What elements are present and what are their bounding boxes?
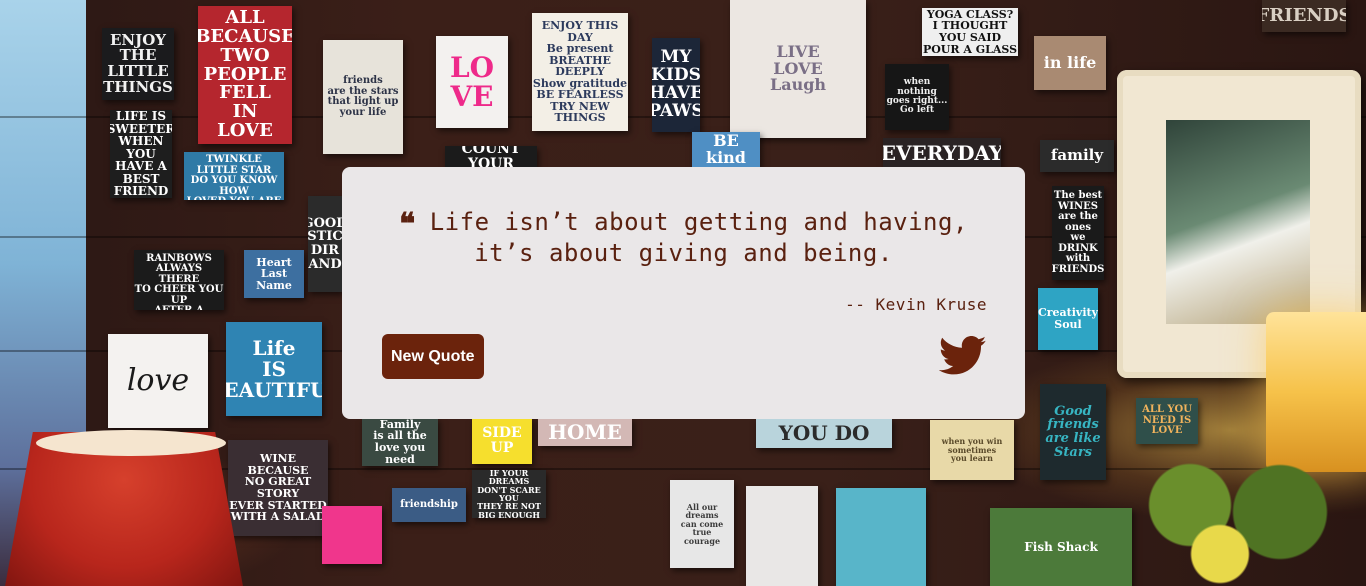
sign-friends-top: FRIENDS: [1262, 0, 1346, 32]
quote-text-block: ❝ Life isn’t about getting and having, it…: [382, 207, 985, 269]
quote-author: -- Kevin Kruse: [845, 295, 987, 314]
quote-card: ❝ Life isn’t about getting and having, it…: [342, 167, 1025, 419]
sign-good-stick: GOOD STIC DIR AND: [308, 196, 342, 292]
sign-friends-stars: friends are the stars that light up your…: [323, 40, 403, 154]
sign-good-friends-stars: Good friends are like Stars: [1040, 384, 1106, 480]
sign-win-learn: when you win sometimes you learn: [930, 420, 1014, 480]
quote-left-icon: ❝: [399, 207, 416, 242]
sign-heart-name: Heart Last Name: [244, 250, 304, 298]
plant: [1140, 456, 1340, 586]
sign-enjoy-little-things: ENJOY THE LITTLE THINGS: [102, 28, 174, 100]
sign-rainbows: FRIENDS ARE LIKE RAINBOWS ALWAYS THERE T…: [134, 250, 224, 310]
sign-you-do: YOU DO: [756, 418, 892, 448]
sign-my-kids-paws: MY KIDS HAVE PAWS: [652, 38, 700, 132]
sign-love-script: love: [108, 334, 208, 428]
sign-live-love-laugh: LIVE LOVE Laugh: [730, 0, 866, 138]
sign-tower: [836, 488, 926, 586]
sign-creativity: Creativity Soul: [1038, 288, 1098, 350]
sign-best-wines: The best WINES are the ones we DRINK wit…: [1052, 186, 1104, 280]
mirror-reflection: [1166, 120, 1310, 324]
sign-be-kind: BE kind: [692, 132, 760, 168]
tweet-quote-button[interactable]: [938, 335, 987, 377]
sign-love-pink: LO VE: [436, 36, 508, 128]
twitter-icon: [938, 336, 987, 375]
sign-life-beautiful: Life IS BEAUTIFUL: [226, 322, 322, 416]
sign-wine-salad: WINE BECAUSE NO GREAT STORY EVER STARTED…: [228, 440, 328, 536]
sign-side-up: SIDE UP: [472, 418, 532, 464]
sign-dreams-courage: All our dreams can come true courage: [670, 480, 734, 568]
sign-in-life: in life: [1034, 36, 1106, 90]
sign-dreams-scare: IF YOUR DREAMS DON'T SCARE YOU THEY RE N…: [472, 470, 546, 518]
sign-friendship: friendship: [392, 488, 466, 522]
quote-text: Life isn’t about getting and having, it’…: [429, 208, 968, 267]
red-lamp-top: [36, 430, 226, 456]
sign-life-sweeter: LIFE IS SWEETER WHEN YOU HAVE A BEST FRI…: [110, 110, 172, 198]
sign-go-left: when nothing goes right... Go left: [885, 64, 949, 130]
sign-enjoy-this-day: ENJOY THIS DAY Be present BREATHE DEEPLY…: [532, 13, 628, 131]
sign-everyday: EVERYDAY: [883, 138, 1001, 168]
sign-two-people: ALL BECAUSE TWO PEOPLE FELL IN LOVE: [198, 6, 292, 144]
sign-family-small: family: [1040, 140, 1114, 172]
yellow-lamp-shade: [1266, 312, 1366, 472]
sign-yoga-class: YOGA CLASS? I THOUGHT YOU SAID POUR A GL…: [922, 8, 1018, 56]
sign-family-love: Family is all the love you need: [362, 418, 438, 466]
sign-all-you-need: ALL YOU NEED IS LOVE: [1136, 398, 1198, 444]
new-quote-button[interactable]: New Quote: [382, 334, 484, 379]
sign-pink: [322, 506, 382, 564]
sign-count-your: COUNT YOUR: [445, 146, 537, 168]
sign-fish-shack: Fish Shack: [990, 508, 1132, 586]
sign-home: HOME: [538, 418, 632, 446]
sign-twinkle: TWINKLE TWINKLE LITTLE STAR DO YOU KNOW …: [184, 152, 284, 200]
sign-mandala: [746, 486, 818, 586]
